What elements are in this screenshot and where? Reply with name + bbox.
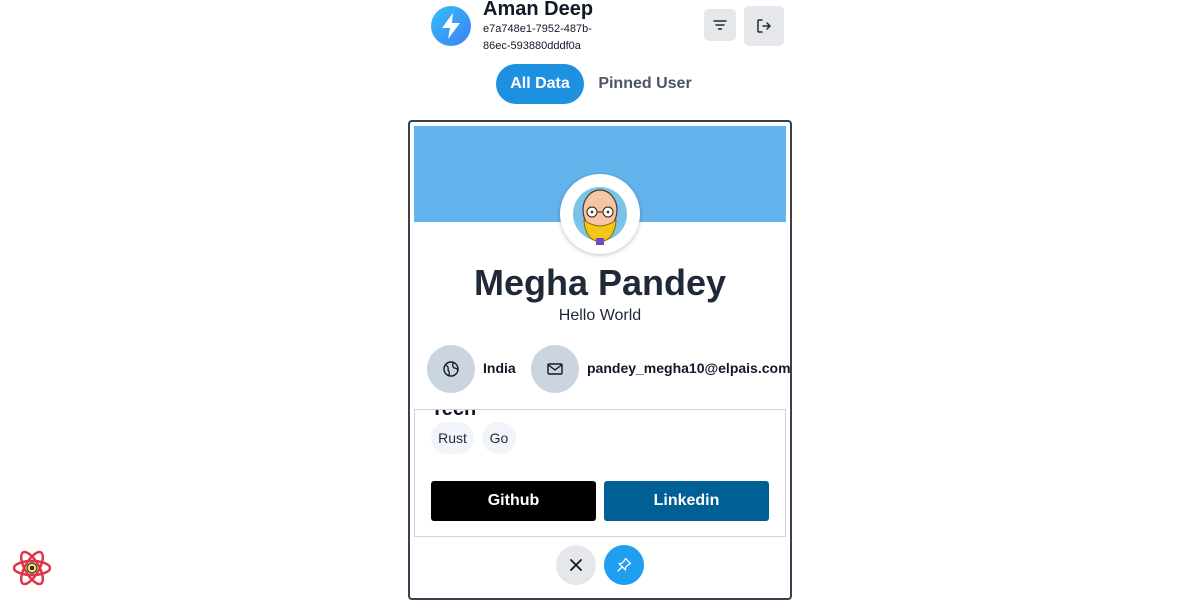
linkedin-button[interactable]: Linkedin bbox=[604, 481, 769, 521]
avatar bbox=[560, 174, 640, 254]
tech-chip-rust: Rust bbox=[431, 422, 474, 454]
tech-section[interactable]: Tech Rust Go Github Linkedin bbox=[414, 409, 786, 537]
app-logo-icon bbox=[431, 6, 471, 46]
profile-name: Megha Pandey bbox=[473, 262, 727, 303]
country-badge bbox=[427, 345, 475, 393]
close-icon bbox=[570, 559, 582, 571]
tab-pinned-user[interactable]: Pinned User bbox=[592, 64, 698, 104]
user-name: Aman Deep bbox=[483, 0, 594, 20]
tech-chip-go: Go bbox=[482, 422, 516, 454]
close-button[interactable] bbox=[556, 545, 596, 585]
globe-icon bbox=[443, 361, 459, 377]
pin-button[interactable] bbox=[604, 545, 644, 585]
react-logo-icon[interactable] bbox=[12, 548, 52, 588]
tab-all-data[interactable]: All Data bbox=[496, 64, 584, 104]
user-id: e7a748e1-7952-487b-86ec-593880dddf0a bbox=[483, 23, 592, 52]
country-text: India bbox=[483, 360, 516, 376]
logout-icon bbox=[757, 19, 771, 33]
filter-icon bbox=[713, 20, 727, 30]
profile-bio: Hello World bbox=[558, 307, 642, 324]
mail-icon bbox=[547, 363, 563, 375]
email-badge bbox=[531, 345, 579, 393]
logout-button[interactable] bbox=[744, 6, 784, 46]
pin-icon bbox=[617, 557, 632, 572]
avatar-image bbox=[573, 187, 627, 245]
github-button[interactable]: Github bbox=[431, 481, 596, 521]
filter-button[interactable] bbox=[704, 9, 736, 41]
tech-heading: Tech bbox=[431, 409, 477, 420]
email-text: pandey_megha10@elpais.com bbox=[587, 360, 791, 376]
